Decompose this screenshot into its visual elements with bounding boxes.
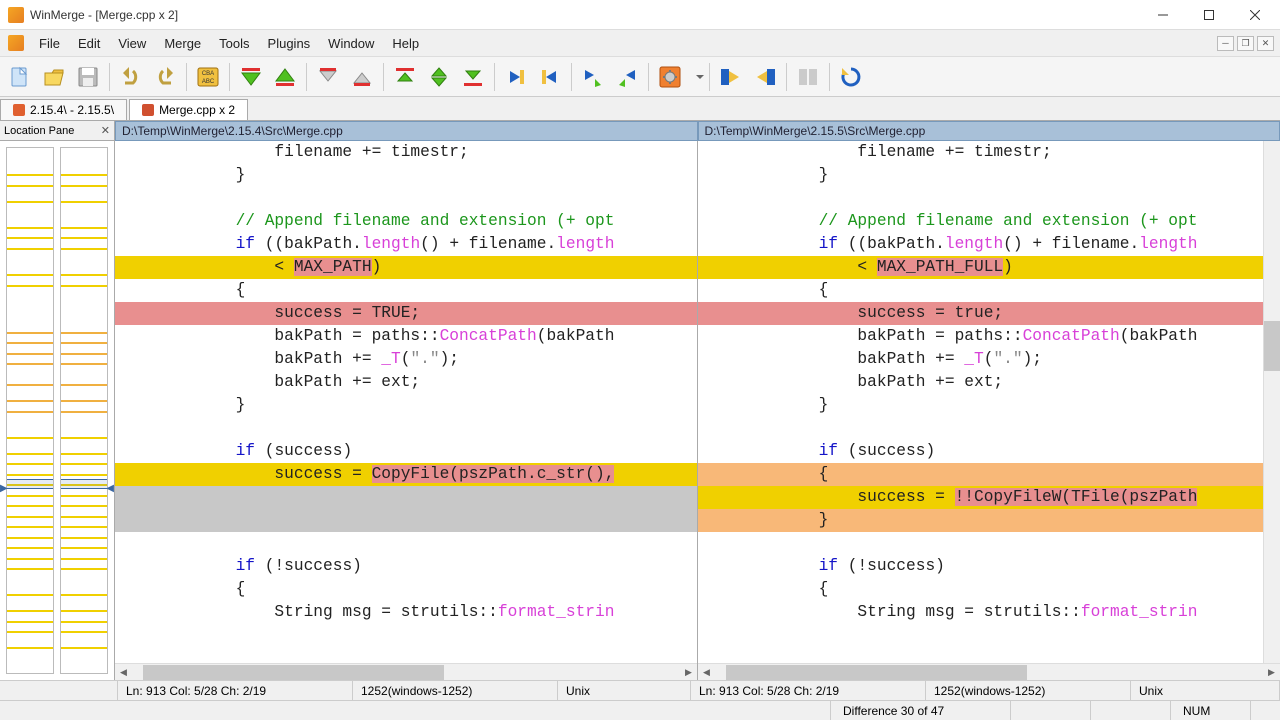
document-tab[interactable]: Merge.cpp x 2 bbox=[129, 99, 248, 120]
prev-diff-skip-button[interactable] bbox=[346, 61, 378, 93]
svg-text:ABC: ABC bbox=[202, 79, 215, 85]
merge-mode-cell bbox=[1010, 701, 1090, 720]
menu-plugins[interactable]: Plugins bbox=[259, 32, 320, 55]
menu-window[interactable]: Window bbox=[319, 32, 383, 55]
options-button[interactable] bbox=[654, 61, 686, 93]
document-tab[interactable]: 2.15.4\ - 2.15.5\ bbox=[0, 99, 127, 120]
num-lock: NUM bbox=[1170, 701, 1250, 720]
location-pane-body[interactable]: ▶◀ bbox=[0, 141, 114, 680]
undo-button[interactable] bbox=[115, 61, 147, 93]
redo-button[interactable] bbox=[149, 61, 181, 93]
tab-icon bbox=[13, 104, 25, 116]
toolbar: CBA ABC bbox=[0, 57, 1280, 97]
tab-label: Merge.cpp x 2 bbox=[159, 103, 235, 117]
location-pane-title: Location Pane bbox=[4, 125, 74, 137]
diff-position: Difference 30 of 47 bbox=[830, 701, 1010, 720]
left-pane-path: D:\Temp\WinMerge\2.15.4\Src\Merge.cpp bbox=[115, 121, 698, 141]
right-eol: Unix bbox=[1131, 681, 1280, 700]
copy-left-advance-button[interactable] bbox=[611, 61, 643, 93]
child-minimize-button[interactable]: ─ bbox=[1217, 36, 1234, 51]
right-encoding: 1252(windows-1252) bbox=[926, 681, 1131, 700]
close-button[interactable] bbox=[1232, 0, 1278, 30]
document-tabs: 2.15.4\ - 2.15.5\ Merge.cpp x 2 bbox=[0, 97, 1280, 121]
menubar: FileEditViewMergeToolsPluginsWindowHelp bbox=[30, 32, 428, 55]
right-pane-path: D:\Temp\WinMerge\2.15.5\Src\Merge.cpp bbox=[698, 121, 1280, 141]
location-pane: Location Pane ✕ ▶◀ bbox=[0, 121, 115, 680]
copy-right-advance-button[interactable] bbox=[577, 61, 609, 93]
dropdown-icon[interactable] bbox=[696, 65, 704, 89]
menu-view[interactable]: View bbox=[109, 32, 155, 55]
all-right-button[interactable] bbox=[715, 61, 747, 93]
copy-left-button[interactable] bbox=[534, 61, 566, 93]
left-encoding: 1252(windows-1252) bbox=[353, 681, 558, 700]
left-code-view[interactable]: filename += timestr; } // Append filenam… bbox=[115, 141, 697, 663]
maximize-button[interactable] bbox=[1186, 0, 1232, 30]
app-icon bbox=[8, 7, 24, 23]
left-cursor-pos: Ln: 913 Col: 5/28 Ch: 2/19 bbox=[118, 681, 353, 700]
menubar-row: FileEditViewMergeToolsPluginsWindowHelp … bbox=[0, 30, 1280, 57]
encoding-button[interactable]: CBA ABC bbox=[192, 61, 224, 93]
location-pane-close-button[interactable]: ✕ bbox=[101, 124, 110, 137]
status-bar-main: Difference 30 of 47 NUM bbox=[0, 700, 1280, 720]
right-code-view[interactable]: filename += timestr; } // Append filenam… bbox=[698, 141, 1263, 663]
next-diff-button[interactable] bbox=[235, 61, 267, 93]
menu-edit[interactable]: Edit bbox=[69, 32, 109, 55]
refresh-button[interactable] bbox=[835, 61, 867, 93]
prev-diff-button[interactable] bbox=[269, 61, 301, 93]
menu-help[interactable]: Help bbox=[383, 32, 428, 55]
right-hscrollbar[interactable]: ◀▶ bbox=[698, 663, 1280, 680]
tab-label: 2.15.4\ - 2.15.5\ bbox=[30, 103, 114, 117]
minimize-button[interactable] bbox=[1140, 0, 1186, 30]
first-diff-button[interactable] bbox=[389, 61, 421, 93]
doc-icon bbox=[8, 35, 24, 51]
caps-cell bbox=[1090, 701, 1170, 720]
all-left-button[interactable] bbox=[749, 61, 781, 93]
right-cursor-pos: Ln: 913 Col: 5/28 Ch: 2/19 bbox=[691, 681, 926, 700]
child-close-button[interactable]: ✕ bbox=[1257, 36, 1274, 51]
new-button[interactable] bbox=[4, 61, 36, 93]
left-eol: Unix bbox=[558, 681, 691, 700]
auto-merge-button[interactable] bbox=[792, 61, 824, 93]
menu-file[interactable]: File bbox=[30, 32, 69, 55]
svg-text:CBA: CBA bbox=[202, 71, 214, 77]
grip bbox=[1250, 701, 1280, 720]
menu-tools[interactable]: Tools bbox=[210, 32, 258, 55]
save-button[interactable] bbox=[72, 61, 104, 93]
next-diff-skip-button[interactable] bbox=[312, 61, 344, 93]
current-diff-button[interactable] bbox=[423, 61, 455, 93]
window-title: WinMerge - [Merge.cpp x 2] bbox=[30, 8, 1140, 22]
left-hscrollbar[interactable]: ◀▶ bbox=[115, 663, 697, 680]
titlebar: WinMerge - [Merge.cpp x 2] bbox=[0, 0, 1280, 30]
last-diff-button[interactable] bbox=[457, 61, 489, 93]
copy-right-button[interactable] bbox=[500, 61, 532, 93]
open-button[interactable] bbox=[38, 61, 70, 93]
child-restore-button[interactable]: ❐ bbox=[1237, 36, 1254, 51]
menu-merge[interactable]: Merge bbox=[155, 32, 210, 55]
vscrollbar[interactable] bbox=[1263, 141, 1280, 663]
tab-icon bbox=[142, 104, 154, 116]
status-bar-pane: Ln: 913 Col: 5/28 Ch: 2/19 1252(windows-… bbox=[0, 680, 1280, 700]
